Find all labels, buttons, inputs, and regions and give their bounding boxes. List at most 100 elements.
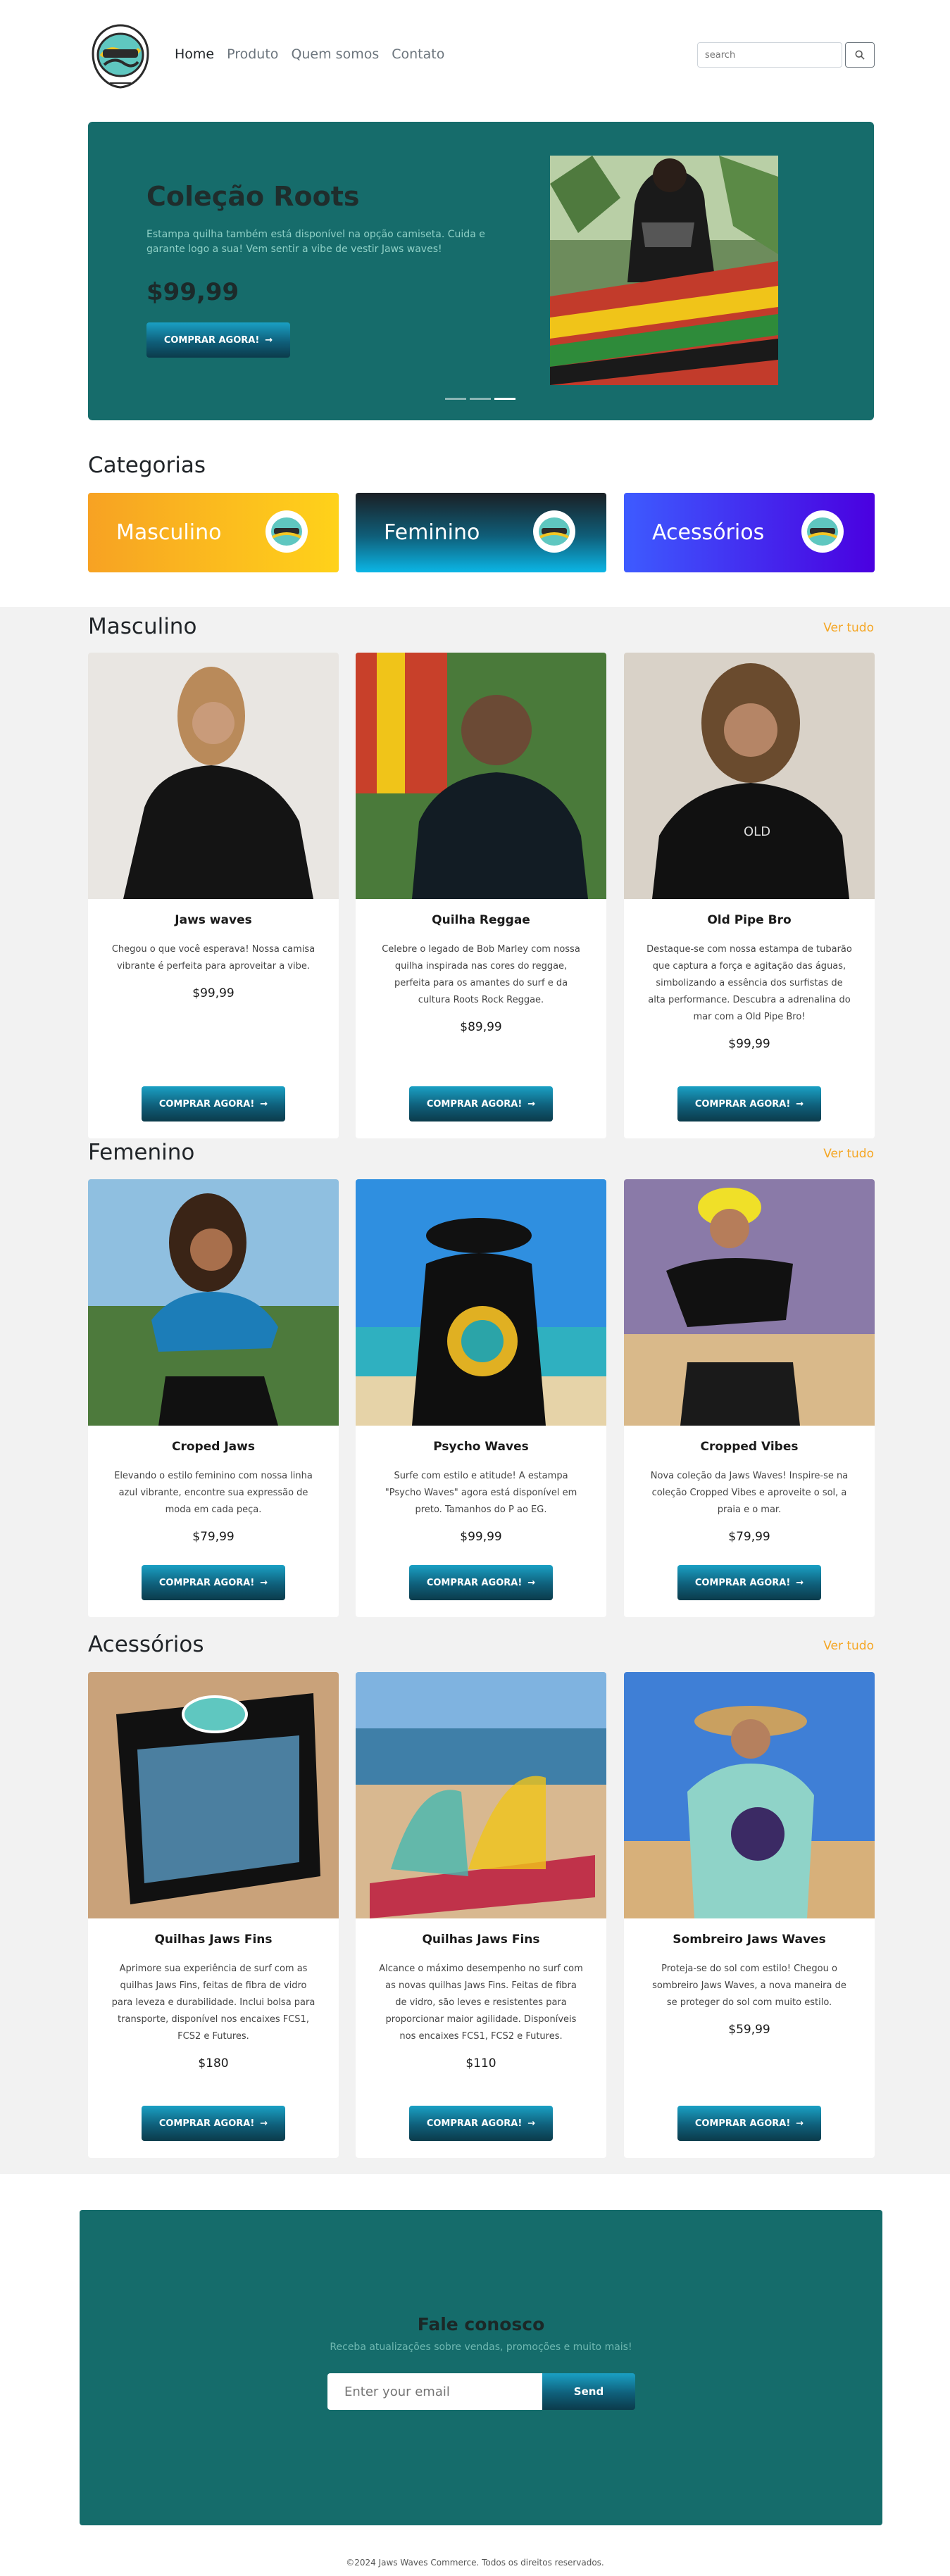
buy-button[interactable]: COMPRAR AGORA! → (142, 1086, 285, 1121)
search-button[interactable] (845, 42, 875, 68)
buy-button-label: COMPRAR AGORA! (694, 1098, 791, 1110)
arrow-right-icon: → (260, 1098, 268, 1110)
nav-home[interactable]: Home (175, 46, 214, 62)
hero-carousel: Coleção Roots Estampa quilha também está… (88, 122, 874, 420)
hero-image (550, 156, 778, 385)
buy-button[interactable]: COMPRAR AGORA! → (409, 1565, 553, 1600)
arrow-right-icon: → (527, 1098, 536, 1110)
jaws-waves-logo-icon (533, 510, 575, 553)
carousel-dot-active[interactable] (494, 398, 515, 400)
product-image[interactable] (356, 1672, 606, 1918)
product-description: Elevando o estilo feminino com nossa lin… (114, 1471, 313, 1515)
buy-button[interactable]: COMPRAR AGORA! → (142, 1565, 285, 1600)
product-name: Sombreiro Jaws Waves (673, 1933, 826, 1947)
jaws-waves-logo-icon (265, 510, 308, 553)
product-card: Quilha Reggae Celebre o legado de Bob Ma… (356, 653, 606, 1138)
product-image[interactable] (356, 653, 606, 899)
product-price: $89,99 (460, 1020, 502, 1034)
newsletter-title: Fale conosco (417, 2314, 545, 2335)
product-description: Aprimore sua experiência de surf com as … (111, 1964, 315, 2042)
buy-button-label: COMPRAR AGORA! (694, 1577, 791, 1588)
product-image[interactable] (624, 1179, 875, 1426)
product-image[interactable] (88, 1179, 339, 1426)
category-masculino[interactable]: Masculino (88, 493, 339, 572)
buy-button-label: COMPRAR AGORA! (426, 1098, 523, 1110)
arrow-right-icon: → (265, 334, 273, 346)
hero-title: Coleção Roots (146, 181, 360, 212)
category-acessorios[interactable]: Acessórios (624, 493, 875, 572)
section-title-acessorios: Acessórios (88, 1632, 204, 1657)
nav-quem-somos[interactable]: Quem somos (291, 46, 379, 62)
product-card: OLD Old Pipe Bro Destaque-se com nossa e… (624, 653, 875, 1138)
buy-button[interactable]: COMPRAR AGORA! → (677, 1565, 821, 1600)
product-name: Quilhas Jaws Fins (154, 1933, 273, 1947)
product-description: Celebre o legado de Bob Marley com nossa… (382, 944, 580, 1005)
product-card: Sombreiro Jaws Waves Proteja-se do sol c… (624, 1672, 875, 2158)
product-name: Croped Jaws (172, 1440, 255, 1454)
product-price: $79,99 (192, 1530, 235, 1544)
buy-button[interactable]: COMPRAR AGORA! → (677, 1086, 821, 1121)
search-icon (855, 50, 865, 60)
hero-price: $99,99 (146, 278, 239, 306)
nav-produto[interactable]: Produto (227, 46, 278, 62)
buy-button[interactable]: COMPRAR AGORA! → (409, 1086, 553, 1121)
product-card: Croped Jaws Elevando o estilo feminino c… (88, 1179, 339, 1617)
product-image[interactable]: OLD (624, 653, 875, 899)
product-price: $59,99 (728, 2023, 770, 2037)
product-card: Psycho Waves Surfe com estilo e atitude!… (356, 1179, 606, 1617)
buy-button-label: COMPRAR AGORA! (426, 1577, 523, 1588)
nav-links: Home Produto Quem somos Contato (175, 46, 444, 62)
product-price: $110 (465, 2056, 496, 2071)
email-input[interactable] (327, 2373, 542, 2410)
footer-copyright: ©2024 Jaws Waves Commerce. Todos os dire… (346, 2558, 604, 2568)
carousel-dot[interactable] (470, 398, 491, 400)
buy-button[interactable]: COMPRAR AGORA! → (677, 2106, 821, 2141)
search-form (697, 42, 875, 68)
ver-tudo-link[interactable]: Ver tudo (823, 1639, 874, 1653)
category-feminino[interactable]: Feminino (356, 493, 606, 572)
buy-button-label: COMPRAR AGORA! (694, 2118, 791, 2129)
svg-text:OLD: OLD (744, 824, 770, 839)
product-description: Chegou o que você esperava! Nossa camisa… (111, 944, 315, 972)
arrow-right-icon: → (796, 1577, 804, 1588)
products-section: Masculino Ver tudo Jaws waves Chegou o q… (0, 607, 950, 2174)
arrow-right-icon: → (527, 2118, 536, 2129)
buy-button-label: COMPRAR AGORA! (426, 2118, 523, 2129)
arrow-right-icon: → (527, 1577, 536, 1588)
categories-title: Categorias (88, 453, 206, 478)
product-card: Cropped Vibes Nova coleção da Jaws Waves… (624, 1179, 875, 1617)
product-image[interactable] (88, 653, 339, 899)
product-image[interactable] (624, 1672, 875, 1918)
product-description: Surfe com estilo e atitude! A estampa "P… (385, 1471, 577, 1515)
buy-button[interactable]: COMPRAR AGORA! → (142, 2106, 285, 2141)
product-card: Jaws waves Chegou o que você esperava! N… (88, 653, 339, 1138)
buy-button-label: COMPRAR AGORA! (158, 1577, 255, 1588)
jaws-waves-logo[interactable] (89, 21, 152, 92)
newsletter-subtitle: Receba atualizações sobre vendas, promoç… (330, 2342, 632, 2353)
ver-tudo-link[interactable]: Ver tudo (823, 1147, 874, 1161)
nav-contato[interactable]: Contato (392, 46, 444, 62)
buy-button[interactable]: COMPRAR AGORA! → (409, 2106, 553, 2141)
carousel-dot[interactable] (445, 398, 466, 400)
hero-buy-label: COMPRAR AGORA! (163, 334, 260, 346)
product-image[interactable] (356, 1179, 606, 1426)
navbar: Home Produto Quem somos Contato (0, 0, 950, 113)
category-label: Acessórios (652, 520, 765, 545)
buy-button-label: COMPRAR AGORA! (158, 1098, 255, 1110)
search-input[interactable] (697, 42, 842, 68)
arrow-right-icon: → (260, 2118, 268, 2129)
buy-button-label: COMPRAR AGORA! (158, 2118, 255, 2129)
product-description: Alcance o máximo desempenho no surf com … (379, 1964, 583, 2042)
product-price: $99,99 (728, 1037, 770, 1051)
send-button[interactable]: Send (542, 2373, 635, 2410)
hero-buy-button[interactable]: COMPRAR AGORA! → (146, 322, 290, 358)
product-description: Proteja-se do sol com estilo! Chegou o s… (652, 1964, 846, 2008)
product-image[interactable] (88, 1672, 339, 1918)
jaws-waves-logo-icon (801, 510, 844, 553)
product-name: Quilha Reggae (432, 913, 530, 927)
section-title-masculino: Masculino (88, 614, 197, 639)
arrow-right-icon: → (260, 1577, 268, 1588)
product-name: Quilhas Jaws Fins (422, 1933, 540, 1947)
ver-tudo-link[interactable]: Ver tudo (823, 621, 874, 635)
product-card: Quilhas Jaws Fins Aprimore sua experiênc… (88, 1672, 339, 2158)
